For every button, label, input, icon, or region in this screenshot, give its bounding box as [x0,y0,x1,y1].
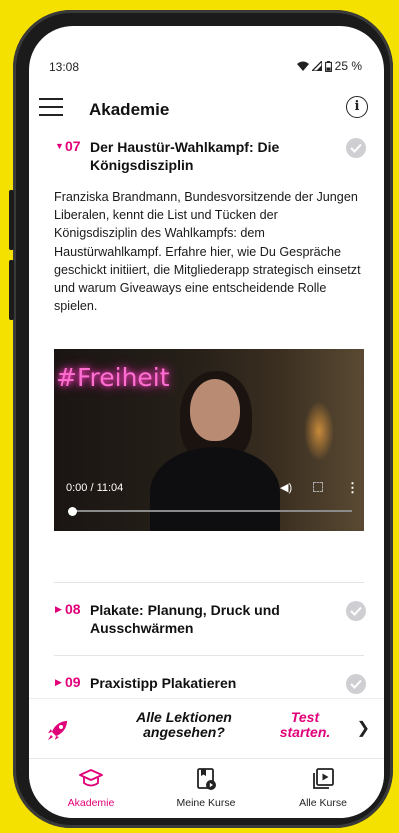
app-screen: 13:08 25 % Akademie i ▼ 07 Der Haustür-W… [29,26,384,818]
bookmark-play-icon [197,768,216,790]
lesson-title: Der Haustür-Wahlkampf: Die Königsdiszipl… [90,139,280,173]
cta-question: Alle Lektionen angesehen? [136,709,232,740]
lesson-08-header[interactable]: ▶ 08 Plakate: Planung, Druck und Ausschw… [55,601,366,641]
video-person-face [190,379,240,441]
signal-icon [311,61,322,71]
play-library-icon [313,768,334,789]
lesson-07-header[interactable]: ▼ 07 Der Haustür-Wahlkampf: Die Königsdi… [55,138,366,178]
caret-right-icon: ▶ [55,677,62,687]
video-time: 0:00 / 11:04 [66,482,124,494]
graduation-cap-icon [79,769,103,787]
video-lamp-light [304,401,334,461]
info-icon[interactable]: i [346,96,368,118]
nav-label: Alle Kurse [299,797,347,809]
lesson-description: Franziska Brandmann, Bundesvorsitzende d… [54,190,361,314]
phone-side-button [9,260,14,320]
check-icon [346,674,366,694]
lesson-09-header[interactable]: ▶ 09 Praxistipp Plakatieren [55,674,366,698]
page-title: Akademie [89,100,170,119]
status-indicators: 25 % [296,59,362,73]
video-player[interactable]: #Freiheit 0:00 / 11:04 ◀) ⋮ [54,349,364,531]
caret-down-icon: ▼ [55,141,64,151]
more-vertical-icon[interactable]: ⋮ [346,480,359,496]
fullscreen-icon[interactable] [313,482,323,492]
nav-meine-kurse[interactable]: Meine Kurse [156,767,256,809]
menu-icon[interactable] [39,98,63,116]
lesson-number: 08 [65,601,81,617]
chevron-right-icon[interactable]: ❯ [357,718,370,738]
battery-level: 25 % [334,59,362,73]
nav-label: Akademie [67,797,115,809]
bottom-navigation: Akademie Meine Kurse Alle Kurse [29,758,384,818]
lesson-number: 09 [65,674,81,690]
check-icon [346,601,366,621]
nav-label: Meine Kurse [176,797,236,809]
lesson-number: 07 [65,138,81,154]
rocket-icon [48,721,67,740]
nav-alle-kurse[interactable]: Alle Kurse [273,767,373,809]
app-bar: Akademie i [29,90,384,134]
lesson-title: Plakate: Planung, Druck und Ausschwärmen [90,602,280,636]
test-cta-bar[interactable]: Alle Lektionen angesehen? Test starten. … [29,698,384,759]
lesson-list: ▼ 07 Der Haustür-Wahlkampf: Die Königsdi… [29,134,384,698]
divider [54,655,364,656]
nav-akademie[interactable]: Akademie [41,767,141,809]
neon-sign: #Freiheit [56,363,170,392]
lesson-title: Praxistipp Plakatieren [90,675,237,691]
caret-right-icon: ▶ [55,604,62,614]
status-time: 13:08 [49,60,80,74]
phone-side-button [9,190,14,250]
video-person-body [150,447,280,531]
wifi-icon [296,61,309,71]
status-bar: 13:08 25 % [29,26,384,86]
battery-icon [324,60,332,72]
volume-icon[interactable]: ◀) [280,481,292,494]
start-test-link[interactable]: Test starten. [275,710,335,740]
video-progress-handle[interactable] [68,507,77,516]
video-progress-track[interactable] [70,510,352,512]
divider [54,582,364,583]
check-icon [346,138,366,158]
